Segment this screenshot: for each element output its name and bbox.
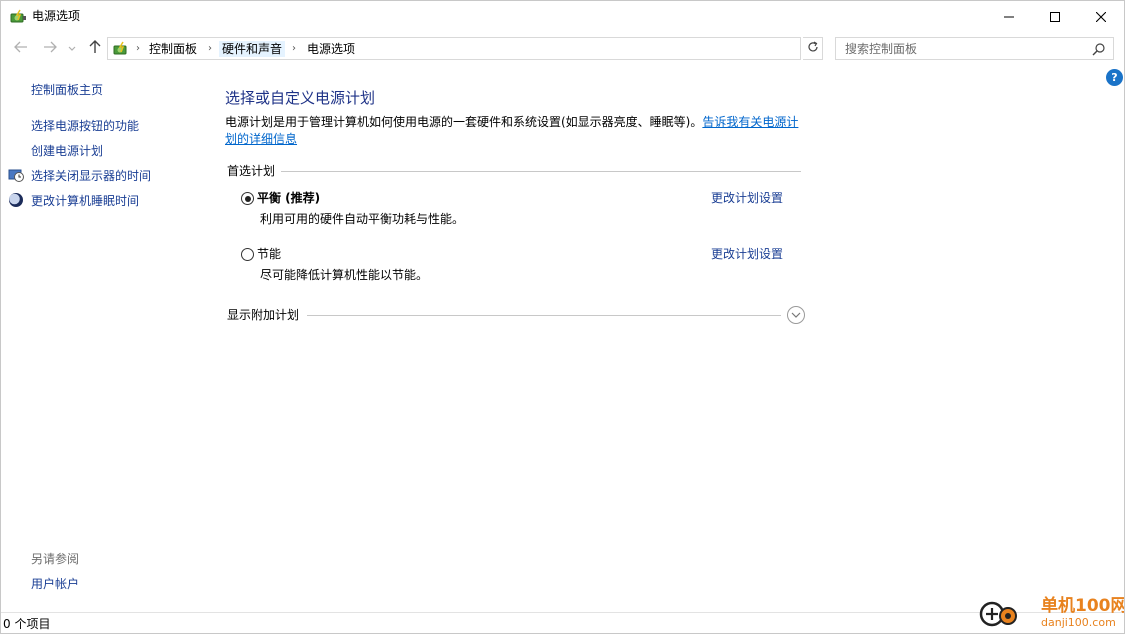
plan-balanced-name[interactable]: 平衡 (推荐) [257, 190, 320, 206]
watermark-logo-icon [979, 595, 1017, 633]
help-button[interactable]: ? [1106, 69, 1123, 86]
watermark: 单机100网 danji100.com [977, 593, 1125, 633]
see-also-user-accounts[interactable]: 用户帐户 [31, 576, 79, 592]
search-input[interactable]: 搜索控制面板 [835, 37, 1114, 60]
question-mark-icon: ? [1111, 71, 1118, 84]
address-bar[interactable]: › 控制面板 › 硬件和声音 › 电源选项 [107, 37, 901, 60]
up-button[interactable] [86, 38, 104, 58]
arrow-right-icon [43, 41, 57, 56]
navigation-bar: › 控制面板 › 硬件和声音 › 电源选项 搜索控制面板 [1, 34, 1124, 62]
refresh-button[interactable] [803, 37, 823, 60]
breadcrumb-power-options[interactable]: 电源选项 [304, 41, 358, 57]
power-options-icon [9, 8, 27, 26]
title-bar: 电源选项 [1, 1, 1124, 32]
chevron-right-icon[interactable]: › [288, 42, 300, 56]
window-title: 电源选项 [32, 9, 81, 23]
breadcrumb-control-panel[interactable]: 控制面板 [146, 41, 200, 57]
refresh-icon [807, 41, 819, 56]
monitor-clock-icon [8, 167, 24, 183]
show-additional-plans-heading[interactable]: 显示附加计划 [227, 307, 299, 323]
chevron-down-icon [791, 308, 801, 322]
arrow-left-icon [14, 41, 28, 56]
expand-additional-plans-button[interactable] [787, 306, 805, 324]
group-divider [281, 171, 801, 172]
minimize-button[interactable] [986, 1, 1032, 32]
chevron-right-icon[interactable]: › [204, 42, 216, 56]
search-icon[interactable] [1092, 42, 1106, 56]
moon-sleep-icon [8, 192, 24, 208]
plan-power-saver-change-link[interactable]: 更改计划设置 [711, 246, 783, 262]
plan-power-saver-radio[interactable] [241, 248, 254, 261]
plan-balanced-change-link[interactable]: 更改计划设置 [711, 190, 783, 206]
intro-description: 电源计划是用于管理计算机如何使用电源的一套硬件和系统设置(如显示器亮度、睡眠等)… [225, 115, 703, 129]
recent-locations-button[interactable] [66, 38, 78, 58]
preferred-plans-heading: 首选计划 [227, 164, 276, 178]
plan-power-saver-name[interactable]: 节能 [257, 246, 281, 262]
sidebar-item-create-plan[interactable]: 创建电源计划 [31, 143, 103, 159]
intro-text: 电源计划是用于管理计算机如何使用电源的一套硬件和系统设置(如显示器亮度、睡眠等)… [225, 114, 805, 148]
plan-balanced-radio[interactable] [241, 192, 254, 205]
sidebar-item-sleep-time[interactable]: 更改计算机睡眠时间 [31, 193, 139, 209]
search-placeholder: 搜索控制面板 [845, 42, 918, 56]
power-options-window: 电源选项 › 控制面板 › 硬件和声音 › 电源选项 搜索控制面板 ? 控制面板… [0, 0, 1125, 634]
chevron-right-icon[interactable]: › [132, 42, 144, 56]
control-panel-home-link[interactable]: 控制面板主页 [31, 82, 103, 98]
group-divider [307, 315, 781, 316]
left-pane: 控制面板主页 选择电源按钮的功能 创建电源计划 选择关闭显示器的时间 更改计算机… [1, 63, 219, 611]
control-panel-icon [112, 40, 130, 58]
status-bar: 0 个项目 [1, 612, 1124, 633]
sidebar-item-power-button[interactable]: 选择电源按钮的功能 [31, 118, 139, 134]
close-button[interactable] [1078, 1, 1124, 32]
page-title: 选择或自定义电源计划 [225, 89, 376, 107]
item-count: 0 个项目 [3, 617, 51, 631]
watermark-url: danji100.com [1041, 616, 1116, 629]
arrow-up-icon [89, 39, 101, 57]
breadcrumb-hardware-sound[interactable]: 硬件和声音 [219, 41, 286, 57]
watermark-name: 单机100网 [1041, 596, 1125, 616]
forward-button[interactable] [41, 38, 59, 58]
chevron-down-icon [68, 41, 76, 55]
maximize-button[interactable] [1032, 1, 1078, 32]
see-also-heading: 另请参阅 [31, 552, 80, 566]
sidebar-item-display-off[interactable]: 选择关闭显示器的时间 [31, 168, 151, 184]
plan-balanced-desc: 利用可用的硬件自动平衡功耗与性能。 [260, 212, 465, 226]
back-button[interactable] [12, 38, 30, 58]
plan-power-saver-desc: 尽可能降低计算机性能以节能。 [260, 268, 429, 282]
